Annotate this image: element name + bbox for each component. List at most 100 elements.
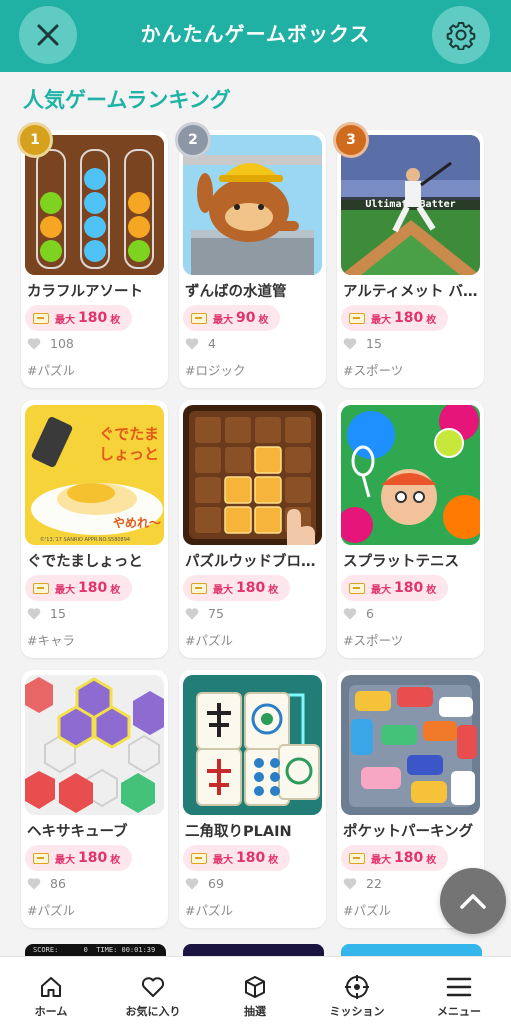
reward-prefix: 最大 — [371, 314, 391, 326]
heart-icon — [27, 338, 41, 350]
game-thumbnail — [183, 405, 322, 545]
game-tag[interactable]: #パズル — [185, 630, 233, 649]
game-title: ずんばの水道管 — [185, 284, 287, 300]
reward-unit: 枚 — [110, 854, 121, 866]
like-count-value: 75 — [208, 606, 224, 621]
scroll-to-top-button[interactable] — [440, 868, 506, 934]
reward-unit: 枚 — [426, 854, 437, 866]
nav-item-menu[interactable]: メニュー — [408, 957, 510, 1024]
game-card[interactable]: 2 ずんばの水道管 最大 90 枚 4 #ロジック — [175, 122, 326, 388]
game-card[interactable]: スプラットテニス 最大 180 枚 6 #スポーツ — [337, 400, 484, 658]
like-count: 15 — [27, 606, 66, 621]
reward-amount: 180 — [78, 310, 108, 326]
game-thumbnail — [25, 675, 164, 815]
reward-badge: 最大 180 枚 — [183, 845, 291, 871]
game-card[interactable]: ぐでたま しょっと やめれ〜 ©'13,'17 SANRIO APPR.NO.S… — [21, 400, 168, 658]
reward-amount: 90 — [236, 310, 256, 326]
gear-icon — [446, 22, 476, 50]
nav-label: お気に入り — [125, 1005, 181, 1018]
chevron-up-icon — [460, 894, 486, 909]
game-thumbnail — [25, 135, 164, 275]
heart-icon — [343, 608, 357, 620]
reward-prefix: 最大 — [55, 584, 75, 596]
game-tag[interactable]: #パズル — [343, 900, 391, 919]
like-count: 69 — [185, 876, 224, 891]
game-card[interactable]: ヘキサキューブ 最大 180 枚 86 #パズル — [21, 670, 168, 928]
section-title: 人気ゲームランキング — [23, 88, 231, 112]
reward-amount: 180 — [236, 580, 266, 596]
reward-badge: 最大 180 枚 — [25, 305, 133, 331]
reward-badge: 最大 90 枚 — [183, 305, 281, 331]
game-tag[interactable]: #ロジック — [185, 360, 245, 379]
nav-item-home[interactable]: ホーム — [0, 957, 102, 1024]
game-tag[interactable]: #キャラ — [27, 630, 75, 649]
heart-icon — [27, 878, 41, 890]
reward-amount: 180 — [78, 580, 108, 596]
reward-amount: 180 — [394, 850, 424, 866]
game-card[interactable]: Ultimate Batter 3 アルティメット バ… 最大 180 枚 15… — [333, 122, 484, 388]
like-count: 6 — [343, 606, 374, 621]
reward-amount: 180 — [78, 850, 108, 866]
reward-unit: 枚 — [426, 584, 437, 596]
like-count-value: 6 — [366, 606, 374, 621]
like-count: 75 — [185, 606, 224, 621]
nav-label: メニュー — [437, 1005, 481, 1018]
target-icon — [345, 975, 369, 999]
menu-icon — [446, 977, 472, 997]
game-tag[interactable]: #パズル — [27, 360, 75, 379]
game-card[interactable]: 二角取りPLAIN 最大 180 枚 69 #パズル — [179, 670, 326, 928]
reward-prefix: 最大 — [55, 854, 75, 866]
game-title: スプラットテニス — [343, 554, 459, 570]
close-button[interactable] — [19, 6, 77, 64]
reward-unit: 枚 — [268, 854, 279, 866]
like-count-value: 86 — [50, 876, 66, 891]
reward-amount: 180 — [236, 850, 266, 866]
home-icon — [41, 977, 61, 997]
reward-prefix: 最大 — [213, 584, 233, 596]
nav-item-missions[interactable]: ミッション — [306, 957, 408, 1024]
heart-icon — [27, 608, 41, 620]
reward-badge: 最大 180 枚 — [183, 575, 291, 601]
like-count-value: 69 — [208, 876, 224, 891]
game-card[interactable]: 1 カラフルアソート 最大 180 枚 108 #パズル — [17, 122, 168, 388]
game-tag[interactable]: #パズル — [27, 900, 75, 919]
ticket-icon — [349, 582, 365, 594]
reward-prefix: 最大 — [371, 854, 391, 866]
peek-score-text: SCORE: 0 TIME: 00:01:39 — [33, 946, 156, 954]
game-title: ぐでたましょっと — [27, 554, 143, 570]
ticket-icon — [33, 852, 49, 864]
bottom-navigation: ホーム お気に入り 抽選 ミッション メニュー — [0, 956, 511, 1024]
reward-prefix: 最大 — [371, 584, 391, 596]
heart-icon — [185, 878, 199, 890]
game-tag[interactable]: #スポーツ — [343, 630, 403, 649]
ticket-icon — [33, 312, 49, 324]
game-title: カラフルアソート — [27, 284, 143, 300]
reward-badge: 最大 180 枚 — [25, 845, 133, 871]
reward-badge: 最大 180 枚 — [25, 575, 133, 601]
app-header: かんたんゲームボックス — [0, 0, 511, 72]
reward-amount: 180 — [394, 310, 424, 326]
reward-amount: 180 — [394, 580, 424, 596]
game-tag[interactable]: #スポーツ — [343, 360, 403, 379]
like-count-value: 22 — [366, 876, 382, 891]
rank-badge: 2 — [175, 122, 211, 158]
gudetama-title-line2: しょっと — [99, 445, 159, 463]
settings-button[interactable] — [432, 6, 490, 64]
game-title: 二角取りPLAIN — [185, 824, 292, 840]
like-count: 108 — [27, 336, 74, 351]
ticket-icon — [349, 852, 365, 864]
game-card[interactable]: パズルウッドブロ… 最大 180 枚 75 #パズル — [179, 400, 326, 658]
heart-icon — [185, 608, 199, 620]
like-count-value: 4 — [208, 336, 216, 351]
game-thumbnail: ぐでたま しょっと やめれ〜 ©'13,'17 SANRIO APPR.NO.S… — [25, 405, 164, 545]
nav-item-lottery[interactable]: 抽選 — [204, 957, 306, 1024]
reward-unit: 枚 — [110, 314, 121, 326]
like-count-value: 15 — [366, 336, 382, 351]
reward-badge: 最大 180 枚 — [341, 575, 449, 601]
like-count-value: 108 — [50, 336, 74, 351]
ticket-icon — [349, 312, 365, 324]
reward-unit: 枚 — [110, 584, 121, 596]
rank-badge: 3 — [333, 122, 369, 158]
game-tag[interactable]: #パズル — [185, 900, 233, 919]
nav-item-favorites[interactable]: お気に入り — [102, 957, 204, 1024]
